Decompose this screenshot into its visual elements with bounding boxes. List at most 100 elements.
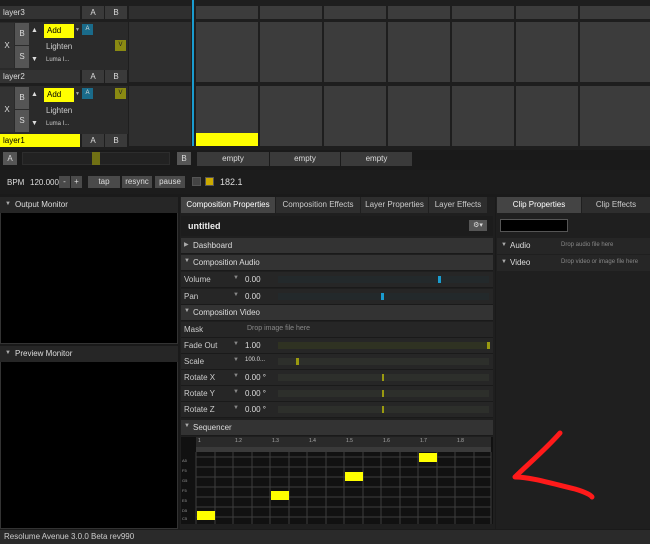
layer2-a-button[interactable]: A [82,70,104,83]
layer2-b-button[interactable]: B [105,70,127,83]
video-drop-zone[interactable]: Drop video or image file here [561,259,638,265]
layer1-solo-button[interactable]: S [15,110,29,132]
pan-slider-handle[interactable] [381,293,384,300]
tap-button[interactable]: tap [88,176,120,188]
clip-slot[interactable] [324,86,386,146]
sequencer-note[interactable] [419,453,437,462]
settings-gear-icon[interactable]: ⚙▾ [469,220,487,231]
sequencer-grid[interactable]: 1 1.2 1.3 1.4 1.5 1.6 1.7 1.8 A5 F5 G5 F… [181,437,493,524]
volume-value[interactable]: 0.00 [245,275,261,284]
clip-slot[interactable] [580,6,650,19]
sequencer-section[interactable]: ▼ Sequencer [181,420,493,436]
rotate-y-slider-handle[interactable] [382,390,384,397]
clip-slot[interactable] [580,86,650,146]
clip-slot[interactable] [260,86,322,146]
clip-slot-active[interactable] [196,86,258,133]
layer1-a-tag[interactable]: A [82,88,93,99]
clip-slot[interactable] [260,6,322,19]
clip-slot[interactable] [516,6,578,19]
layer2-blend-mode[interactable]: Add [44,24,74,38]
resync-button[interactable]: resync [122,176,152,188]
deck-button[interactable]: empty [197,152,269,166]
volume-slider[interactable] [278,276,489,283]
clip-name-input[interactable] [500,219,568,232]
layer1-up-arrow-icon[interactable]: ▲ [31,91,38,98]
clip-slot[interactable] [324,22,386,82]
layer1-v-tag[interactable]: V [115,88,126,99]
dropdown-arrow-icon[interactable]: ▼ [233,389,239,395]
crossfader-a-button[interactable]: A [3,152,17,165]
layer2-a-tag[interactable]: A [82,24,93,35]
pan-value[interactable]: 0.00 [245,292,261,301]
clip-slot[interactable] [388,22,450,82]
dropdown-arrow-icon[interactable]: ▼ [233,357,239,363]
sequencer-note[interactable] [197,511,215,520]
clip-slot[interactable] [388,6,450,19]
clip-slot[interactable] [196,6,258,19]
layer2-x-button[interactable]: X [0,23,14,68]
clip-slot[interactable] [580,22,650,82]
clip-slot[interactable] [129,86,191,146]
layer2-up-arrow-icon[interactable]: ▲ [31,27,38,34]
clip-slot[interactable] [452,86,514,146]
layer2-solo-button[interactable]: S [15,46,29,68]
bpm-plus-button[interactable]: + [71,176,82,188]
tab-layer-effects[interactable]: Layer Effects [429,197,487,213]
tab-layer-properties[interactable]: Layer Properties [361,197,428,213]
bpm-value[interactable]: 120.000 [30,178,59,187]
fadeout-slider-handle[interactable] [487,342,490,349]
dropdown-arrow-icon[interactable]: ▼ [233,275,239,281]
rotate-z-value[interactable]: 0.00 ° [245,405,266,414]
layer1-down-arrow-icon[interactable]: ▼ [31,120,38,127]
layer2-bypass-button[interactable]: B [15,23,29,45]
layer1-alt-mode-2[interactable]: Luma I... [46,121,69,127]
scale-slider-handle[interactable] [296,358,299,365]
scale-slider[interactable] [278,358,489,365]
layer1-b-button[interactable]: B [105,134,127,147]
volume-slider-handle[interactable] [438,276,441,283]
deck-button[interactable]: empty [270,152,340,166]
layer2-down-arrow-icon[interactable]: ▼ [31,56,38,63]
audio-drop-zone[interactable]: Drop audio file here [561,242,613,248]
layer1-x-button[interactable]: X [0,87,14,132]
layer3-b-button[interactable]: B [105,6,127,19]
layer2-alt-mode-2[interactable]: Luma I... [46,57,69,63]
output-monitor-header[interactable]: ▼ Output Monitor [0,197,178,213]
preview-monitor-header[interactable]: ▼ Preview Monitor [0,346,178,362]
clip-slot[interactable] [129,22,191,82]
layer3-a-button[interactable]: A [82,6,104,19]
clip-slot[interactable] [452,22,514,82]
composition-audio-section[interactable]: ▼ Composition Audio [181,255,493,271]
deck-button[interactable]: empty [341,152,412,166]
clip-slot[interactable] [516,22,578,82]
rotate-z-slider-handle[interactable] [382,406,384,413]
layer1-name[interactable]: layer1 [0,134,80,147]
clip-slot[interactable] [516,86,578,146]
mask-drop-zone[interactable]: Drop image file here [247,325,310,332]
clip-audio-row[interactable]: ▼ Audio Drop audio file here [497,238,650,254]
clip-slot[interactable] [452,6,514,19]
clip-slot[interactable] [260,22,322,82]
clip-slot[interactable] [129,6,191,19]
layer2-alt-mode-1[interactable]: Lighten [46,42,72,51]
layer1-alt-mode-1[interactable]: Lighten [46,106,72,115]
tab-clip-effects[interactable]: Clip Effects [582,197,650,213]
pause-button[interactable]: pause [155,176,185,188]
dashboard-section[interactable]: ▶ Dashboard [181,238,493,254]
layer2-v-tag[interactable]: V [115,40,126,51]
dropdown-arrow-icon[interactable]: ▼ [233,341,239,347]
metronome-icon[interactable] [205,177,214,186]
layer1-a-button[interactable]: A [82,134,104,147]
scale-value[interactable]: 100.0... [245,357,265,363]
bpm-minus-button[interactable]: - [59,176,70,188]
sequencer-note[interactable] [271,491,289,500]
composition-video-section[interactable]: ▼ Composition Video [181,305,493,321]
dropdown-arrow-icon[interactable]: ▼ [233,405,239,411]
crossfader-handle[interactable] [92,152,100,165]
tab-composition-properties[interactable]: Composition Properties [181,197,275,213]
rotate-y-value[interactable]: 0.00 ° [245,389,266,398]
dropdown-arrow-icon[interactable]: ▼ [233,292,239,298]
clip-slot[interactable] [388,86,450,146]
layer2-blend-dropdown-icon[interactable]: ▼ [75,27,80,33]
tab-clip-properties[interactable]: Clip Properties [497,197,581,213]
